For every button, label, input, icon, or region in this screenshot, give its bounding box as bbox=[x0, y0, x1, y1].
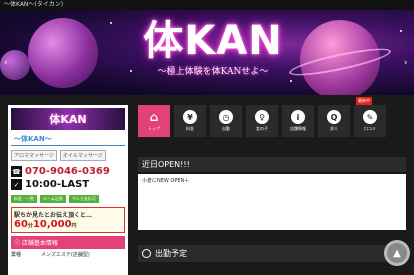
nav-label: 料金 bbox=[186, 126, 194, 131]
search-person-icon: Q bbox=[327, 110, 341, 124]
edit-icon: ✎ bbox=[363, 110, 377, 124]
nav-top[interactable]: ⌂ トップ bbox=[138, 105, 170, 137]
star bbox=[110, 22, 112, 24]
nav-girls[interactable]: ♀ 女の子 bbox=[246, 105, 278, 137]
info-value: メンズエステ(店舗型) bbox=[41, 252, 90, 258]
info-icon: i bbox=[291, 110, 305, 124]
hero-next-arrow[interactable]: › bbox=[404, 58, 408, 68]
logo-tagline: ～極上体験を体KANせよ～ bbox=[157, 67, 269, 77]
nav-recruit[interactable]: Q 求人 bbox=[318, 105, 350, 137]
feature-buttons: 料金・一覧 ルーム出張 クレカ支払可 bbox=[8, 191, 128, 205]
business-hours: 10:00-LAST bbox=[25, 179, 90, 190]
info-icon: ⓘ bbox=[14, 240, 22, 247]
open-section-title: 近日OPEN!!! bbox=[142, 160, 190, 169]
nav-label: 店舗情報 bbox=[290, 126, 306, 131]
planet-left bbox=[28, 18, 98, 88]
shop-name: ～体KAN～ bbox=[11, 133, 125, 146]
star bbox=[290, 80, 292, 82]
site-logo[interactable]: 体KAN ～極上体験を体KANせよ～ bbox=[138, 16, 288, 77]
shop-info-header-text: 店舗基本情報 bbox=[21, 240, 58, 247]
info-label: 業種 bbox=[11, 252, 22, 258]
new-badge: 最新中 bbox=[356, 97, 372, 105]
nav-shop-info[interactable]: i 店舗情報 bbox=[282, 105, 314, 137]
hero-prev-arrow[interactable]: ‹ bbox=[4, 58, 8, 68]
sidebar-banner-text: 体KAN bbox=[49, 113, 87, 126]
arrow-up-icon: ▲ bbox=[387, 243, 407, 263]
check-icon: ✓ bbox=[11, 179, 22, 190]
main-area: 体KAN ～体KAN～ アロママッサージ オイルマッサージ ☎ 070-9046… bbox=[0, 95, 414, 275]
home-icon: ⌂ bbox=[149, 110, 159, 124]
page-title: ～体KAN～(タイカン) bbox=[4, 1, 64, 8]
open-section-text: 小倉にNEW OPEN＋ bbox=[142, 178, 190, 184]
hours-row: ✓ 10:00-LAST bbox=[8, 178, 128, 191]
sidebar: 体KAN ～体KAN～ アロママッサージ オイルマッサージ ☎ 070-9046… bbox=[8, 105, 128, 275]
schedule-section-header: 出勤予定 bbox=[138, 245, 406, 262]
sidebar-banner[interactable]: 体KAN bbox=[11, 108, 125, 130]
nav-label: 口コミ bbox=[364, 126, 376, 131]
hero-banner: ‹ › 体KAN ～極上体験を体KANせよ～ bbox=[0, 10, 414, 95]
schedule-section-title: 出勤予定 bbox=[155, 249, 187, 258]
nav-label: 出勤 bbox=[222, 126, 230, 131]
credit-card-button[interactable]: クレカ支払可 bbox=[68, 195, 99, 203]
tag-aroma[interactable]: アロママッサージ bbox=[11, 150, 57, 161]
scroll-to-top-button[interactable]: ▲ bbox=[384, 240, 410, 266]
genre-tags: アロママッサージ オイルマッサージ bbox=[8, 146, 128, 165]
phone-icon: ☎ bbox=[11, 166, 22, 177]
promo-minutes: 60 bbox=[14, 219, 28, 230]
promo-text: 駅ちか見たとお伝え頂くと… bbox=[14, 212, 93, 219]
nav-schedule[interactable]: ◷ 出勤 bbox=[210, 105, 242, 137]
main-nav: ⌂ トップ ¥ 料金 ◷ 出勤 ♀ 女の子 i 店舗情報 Q 求人 最新中 ✎ … bbox=[138, 97, 406, 137]
shop-info-header: ⓘ 店舗基本情報 bbox=[11, 236, 125, 249]
open-section-body: 小倉にNEW OPEN＋ bbox=[138, 174, 406, 230]
price-list-button[interactable]: 料金・一覧 bbox=[11, 195, 37, 203]
page-title-bar: ～体KAN～(タイカン) bbox=[0, 0, 414, 10]
nav-price[interactable]: ¥ 料金 bbox=[174, 105, 206, 137]
nav-label: トップ bbox=[148, 126, 160, 131]
yen-icon: ¥ bbox=[183, 110, 197, 124]
promo-box: 駅ちか見たとお伝え頂くと… 60分10,000円 bbox=[11, 207, 125, 233]
tag-oil[interactable]: オイルマッサージ bbox=[59, 150, 106, 161]
promo-price-value: 10,000 bbox=[32, 219, 72, 230]
female-icon: ♀ bbox=[255, 110, 269, 124]
logo-text: 体KAN bbox=[143, 18, 283, 64]
nav-reviews[interactable]: 最新中 ✎ 口コミ bbox=[354, 97, 386, 137]
star bbox=[130, 70, 132, 72]
open-section-header: 近日OPEN!!! bbox=[138, 157, 406, 172]
promo-price-unit: 円 bbox=[71, 223, 77, 229]
phone-number[interactable]: 070-9046-0369 bbox=[25, 166, 110, 177]
promo-price: 60分10,000円 bbox=[14, 219, 122, 230]
clock-icon: ◷ bbox=[219, 110, 233, 124]
nav-label: 女の子 bbox=[256, 126, 268, 131]
phone-row[interactable]: ☎ 070-9046-0369 bbox=[8, 165, 128, 178]
star bbox=[400, 30, 402, 32]
clock-icon bbox=[142, 249, 151, 258]
room-dispatch-button[interactable]: ルーム出張 bbox=[40, 195, 66, 203]
info-row: 業種 メンズエステ(店舗型) bbox=[8, 249, 128, 260]
nav-label: 求人 bbox=[330, 126, 338, 131]
